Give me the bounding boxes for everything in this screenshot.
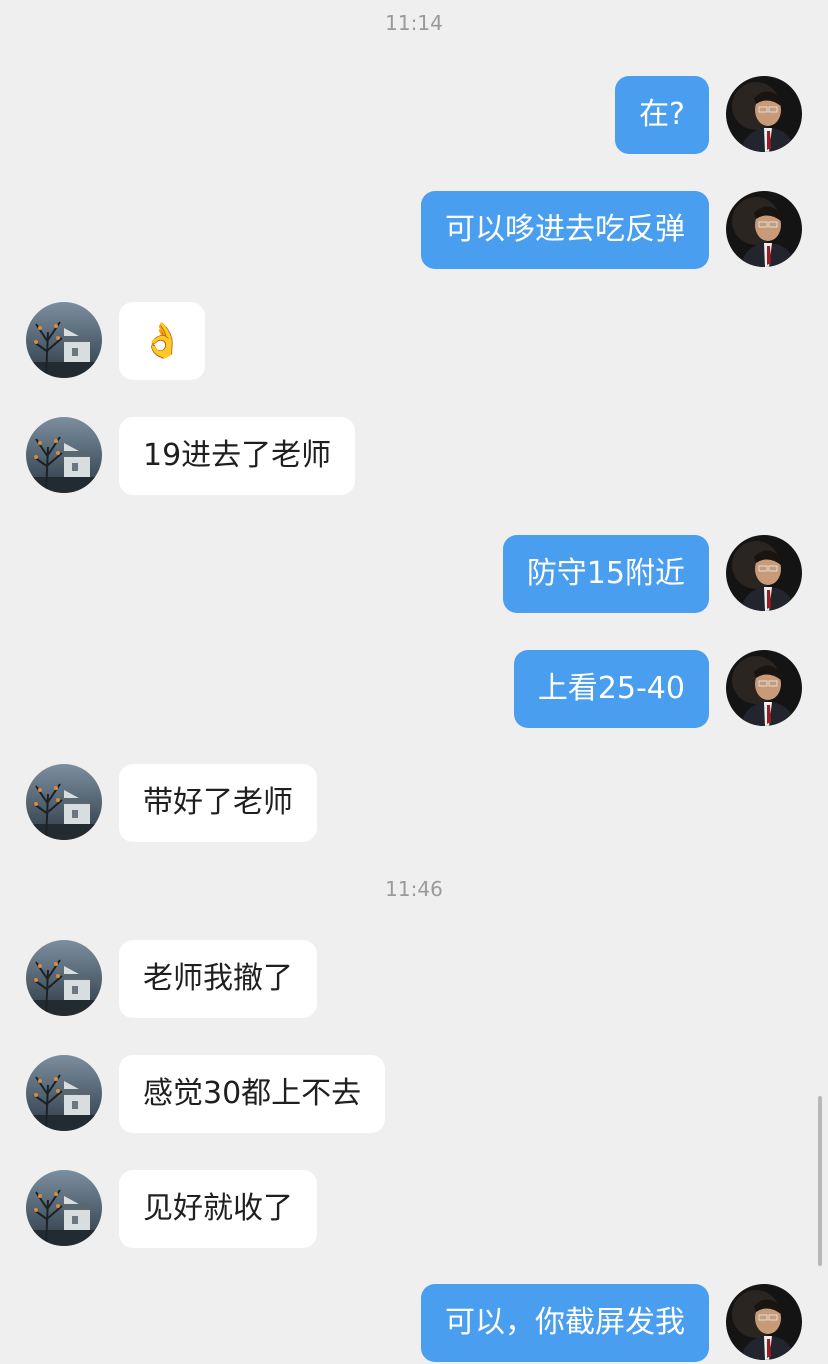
avatar-contact-image [26,417,102,493]
avatar-user[interactable] [726,650,802,726]
message-row-incoming: 👌 [0,302,828,382]
message-bubble-incoming[interactable]: 19进去了老师 [119,417,356,495]
message-row-outgoing: 防守15附近 [0,535,828,615]
avatar-user-image [726,535,802,611]
message-bubble-outgoing[interactable]: 在? [615,76,709,154]
message-bubble-incoming[interactable]: 老师我撤了 [119,940,317,1018]
avatar-user[interactable] [726,76,802,152]
message-row-incoming: 19进去了老师 [0,417,828,497]
message-row-outgoing: 上看25-40 [0,650,828,730]
message-bubble-outgoing[interactable]: 上看25-40 [513,650,709,728]
timestamp: 11:46 [385,877,443,901]
message-row-outgoing: 在? [0,76,828,156]
message-row-outgoing: 可以哆进去吃反弹 [0,191,828,271]
message-row-incoming: 老师我撤了 [0,940,828,1020]
avatar-contact[interactable] [26,940,102,1016]
message-bubble-incoming[interactable]: 感觉30都上不去 [119,1055,386,1133]
message-bubble-incoming[interactable]: 带好了老师 [119,764,317,842]
message-bubble-outgoing[interactable]: 可以哆进去吃反弹 [421,191,709,269]
avatar-contact-image [26,1170,102,1246]
message-bubble-outgoing[interactable]: 可以，你截屏发我 [421,1284,709,1362]
avatar-user-image [726,650,802,726]
message-row-outgoing: 可以，你截屏发我 [0,1284,828,1364]
avatar-contact[interactable] [26,417,102,493]
message-row-incoming: 带好了老师 [0,764,828,844]
message-row-incoming: 感觉30都上不去 [0,1055,828,1135]
message-bubble-outgoing[interactable]: 防守15附近 [502,535,709,613]
scrollbar[interactable] [818,1096,822,1266]
avatar-user[interactable] [726,191,802,267]
avatar-contact-image [26,940,102,1016]
chat-view[interactable]: 11:14 在? 可以哆进去吃反弹 👌 19进去了老师 防守15附近 上看25-… [0,0,828,1364]
message-bubble-incoming[interactable]: 👌 [119,302,206,380]
avatar-contact[interactable] [26,1170,102,1246]
avatar-user[interactable] [726,1284,802,1360]
avatar-contact[interactable] [26,1055,102,1131]
avatar-contact-image [26,1055,102,1131]
message-bubble-incoming[interactable]: 见好就收了 [119,1170,317,1248]
avatar-contact-image [26,302,102,378]
avatar-user-image [726,1284,802,1360]
avatar-contact[interactable] [26,302,102,378]
avatar-contact[interactable] [26,764,102,840]
avatar-user[interactable] [726,535,802,611]
timestamp: 11:14 [385,11,443,35]
message-row-incoming: 见好就收了 [0,1170,828,1250]
avatar-user-image [726,191,802,267]
avatar-contact-image [26,764,102,840]
avatar-user-image [726,76,802,152]
